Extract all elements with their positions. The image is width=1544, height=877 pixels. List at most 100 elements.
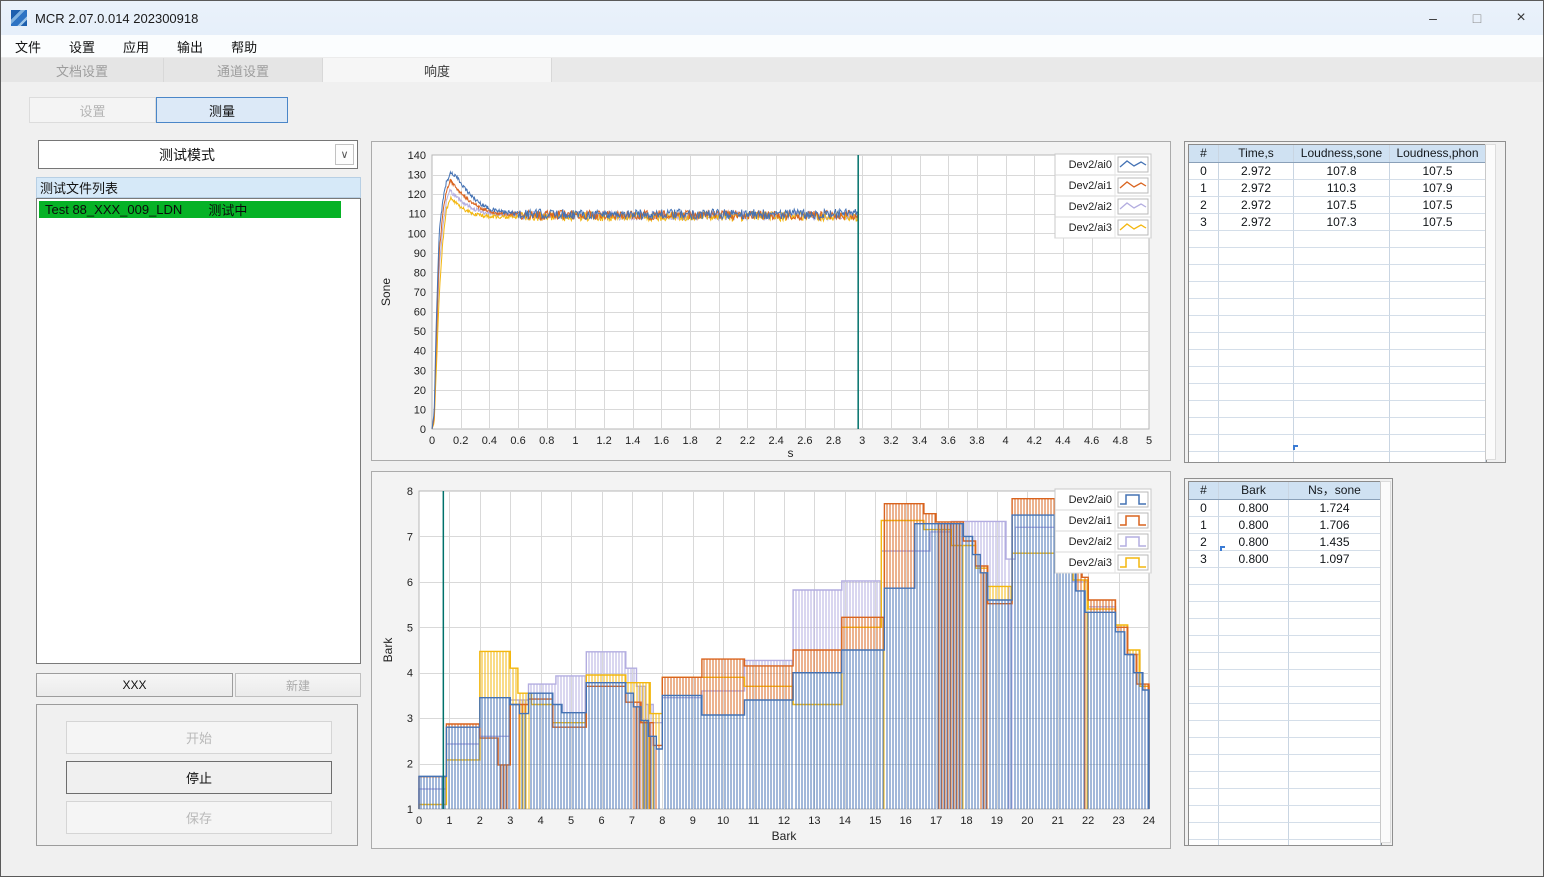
tab-loudness[interactable]: 响度 <box>323 58 552 82</box>
table-cell <box>1219 265 1294 282</box>
table-cell <box>1189 721 1219 738</box>
table-cell <box>1289 738 1381 755</box>
loudness-time-chart[interactable]: 0 0.2 0.4 0.6 0.8 1 1.2 1.4 1.6 1.8 2 2.2 2.4 2.6 2.8 3… <box>372 142 1170 460</box>
table-cell <box>1219 636 1289 653</box>
table-cell <box>1189 401 1219 418</box>
x-tick-label: 0.8 <box>539 435 554 447</box>
table-cell <box>1219 602 1289 619</box>
x-tick-label: 2.2 <box>740 435 755 447</box>
y-tick-label: 130 <box>408 170 426 182</box>
table-row[interactable]: 0 0.800 1.724 <box>1189 500 1381 517</box>
legend-label[interactable]: Dev2/ai1 <box>1069 515 1112 527</box>
cell-focus-mark <box>1220 546 1225 551</box>
y-tick-label: 6 <box>407 577 413 589</box>
table-cell <box>1219 299 1294 316</box>
table-cell <box>1294 435 1390 452</box>
settings-toggle-button[interactable]: 设置 <box>29 97 156 123</box>
table-cell <box>1390 265 1486 282</box>
table-cell <box>1219 670 1289 687</box>
measure-toggle-button[interactable]: 测量 <box>156 97 288 123</box>
maximize-button[interactable]: □ <box>1455 1 1499 34</box>
menu-item-output[interactable]: 输出 <box>163 35 217 57</box>
legend-label[interactable]: Dev2/ai3 <box>1069 557 1112 569</box>
xxx-button[interactable]: XXX <box>36 673 233 697</box>
legend-label[interactable]: Dev2/ai1 <box>1069 180 1112 192</box>
table-cell <box>1219 738 1289 755</box>
table-cell: 2.972 <box>1219 163 1294 180</box>
stop-button[interactable]: 停止 <box>66 761 332 794</box>
specific-loudness-chart[interactable]: 0 1 2 3 4 5 6 7 8 9 10 11 12 13 14 15 16 17 18 19 20 21 22 23 24… <box>372 472 1170 848</box>
table-row-empty <box>1189 789 1381 806</box>
loudness-time-chart-panel: 0 0.2 0.4 0.6 0.8 1 1.2 1.4 1.6 1.8 2 2.2 2.4 2.6 2.8 3… <box>371 141 1171 461</box>
y-tick-label: 20 <box>414 385 426 397</box>
table-cell: 2.972 <box>1219 214 1294 231</box>
x-tick-label: 8 <box>659 815 665 827</box>
table-cell: 110.3 <box>1294 180 1390 197</box>
table-cell <box>1219 282 1294 299</box>
table-cell <box>1294 401 1390 418</box>
loudness-table: # Time,s Loudness,sone Loudness,phon 0 2.972 1… <box>1188 144 1487 462</box>
window-title: MCR 2.07.0.014 202300918 <box>35 10 199 26</box>
file-status: 测试中 <box>208 203 248 218</box>
chevron-down-icon[interactable]: ∨ <box>335 144 354 165</box>
close-button[interactable]: × <box>1499 1 1543 34</box>
table-row[interactable]: 2 2.972 107.5 107.5 <box>1189 197 1486 214</box>
table-cell <box>1289 687 1381 704</box>
legend-label[interactable]: Dev2/ai2 <box>1069 201 1112 213</box>
table-cell <box>1294 367 1390 384</box>
menu-item-apply[interactable]: 应用 <box>109 35 163 57</box>
x-tick-label: 13 <box>808 815 820 827</box>
x-tick-label: 0.4 <box>482 435 497 447</box>
file-list[interactable]: Test 88_XXX_009_LDN 测试中 <box>36 198 361 664</box>
bark-table-panel: # Bark Ns，sone 0 0.800 1.724 1 0.800 1.706 2 0.800… <box>1184 478 1393 846</box>
table-cell: 0.800 <box>1219 534 1289 551</box>
save-button[interactable]: 保存 <box>66 801 332 834</box>
table-cell <box>1219 231 1294 248</box>
x-tick-label: 9 <box>690 815 696 827</box>
tab-channel-settings[interactable]: 通道设置 <box>164 58 323 82</box>
table-row[interactable]: 2 0.800 1.435 <box>1189 534 1381 551</box>
bark-table-scrollbar[interactable] <box>1380 481 1391 843</box>
table-row[interactable]: 3 0.800 1.097 <box>1189 551 1381 568</box>
table-cell <box>1219 789 1289 806</box>
table-row[interactable]: 1 2.972 110.3 107.9 <box>1189 180 1486 197</box>
table-cell: 2.972 <box>1219 180 1294 197</box>
legend-label[interactable]: Dev2/ai3 <box>1069 222 1112 234</box>
table-cell <box>1189 585 1219 602</box>
menu-item-settings[interactable]: 设置 <box>55 35 109 57</box>
table-cell: 107.8 <box>1294 163 1390 180</box>
legend-label[interactable]: Dev2/ai2 <box>1069 536 1112 548</box>
legend-label[interactable]: Dev2/ai0 <box>1069 494 1112 506</box>
menu-item-help[interactable]: 帮助 <box>217 35 271 57</box>
table-cell: 107.5 <box>1390 163 1486 180</box>
table-row-empty <box>1189 248 1486 265</box>
table-row[interactable]: 3 2.972 107.3 107.5 <box>1189 214 1486 231</box>
legend-label[interactable]: Dev2/ai0 <box>1069 159 1112 171</box>
file-list-header: 测试文件列表 <box>36 177 361 198</box>
start-button[interactable]: 开始 <box>66 721 332 754</box>
table-cell <box>1289 619 1381 636</box>
table-cell <box>1189 384 1219 401</box>
specific-loudness-chart-panel: 0 1 2 3 4 5 6 7 8 9 10 11 12 13 14 15 16 17 18 19 20 21 22 23 24… <box>371 471 1171 849</box>
table-cell <box>1294 350 1390 367</box>
y-tick-label: 70 <box>414 287 426 299</box>
table-cell <box>1219 401 1294 418</box>
loudness-table-scrollbar[interactable] <box>1485 144 1496 460</box>
table-row[interactable]: 1 0.800 1.706 <box>1189 517 1381 534</box>
table-cell <box>1189 636 1219 653</box>
tab-document-settings[interactable]: 文档设置 <box>1 58 164 82</box>
x-tick-label: 4 <box>1003 435 1009 447</box>
file-list-item[interactable]: Test 88_XXX_009_LDN 测试中 <box>39 201 341 218</box>
minimize-button[interactable]: – <box>1411 1 1455 34</box>
table-cell <box>1189 704 1219 721</box>
mode-select[interactable]: 测试模式 ∨ <box>38 140 358 169</box>
table-cell <box>1219 653 1289 670</box>
new-button[interactable]: 新建 <box>235 673 361 697</box>
x-tick-label: 10 <box>717 815 729 827</box>
table-row[interactable]: 0 2.972 107.8 107.5 <box>1189 163 1486 180</box>
table-cell <box>1289 636 1381 653</box>
mode-select-value: 测试模式 <box>159 146 215 163</box>
menu-item-file[interactable]: 文件 <box>1 35 55 57</box>
table-cell: 1.097 <box>1289 551 1381 568</box>
table-cell <box>1289 806 1381 823</box>
